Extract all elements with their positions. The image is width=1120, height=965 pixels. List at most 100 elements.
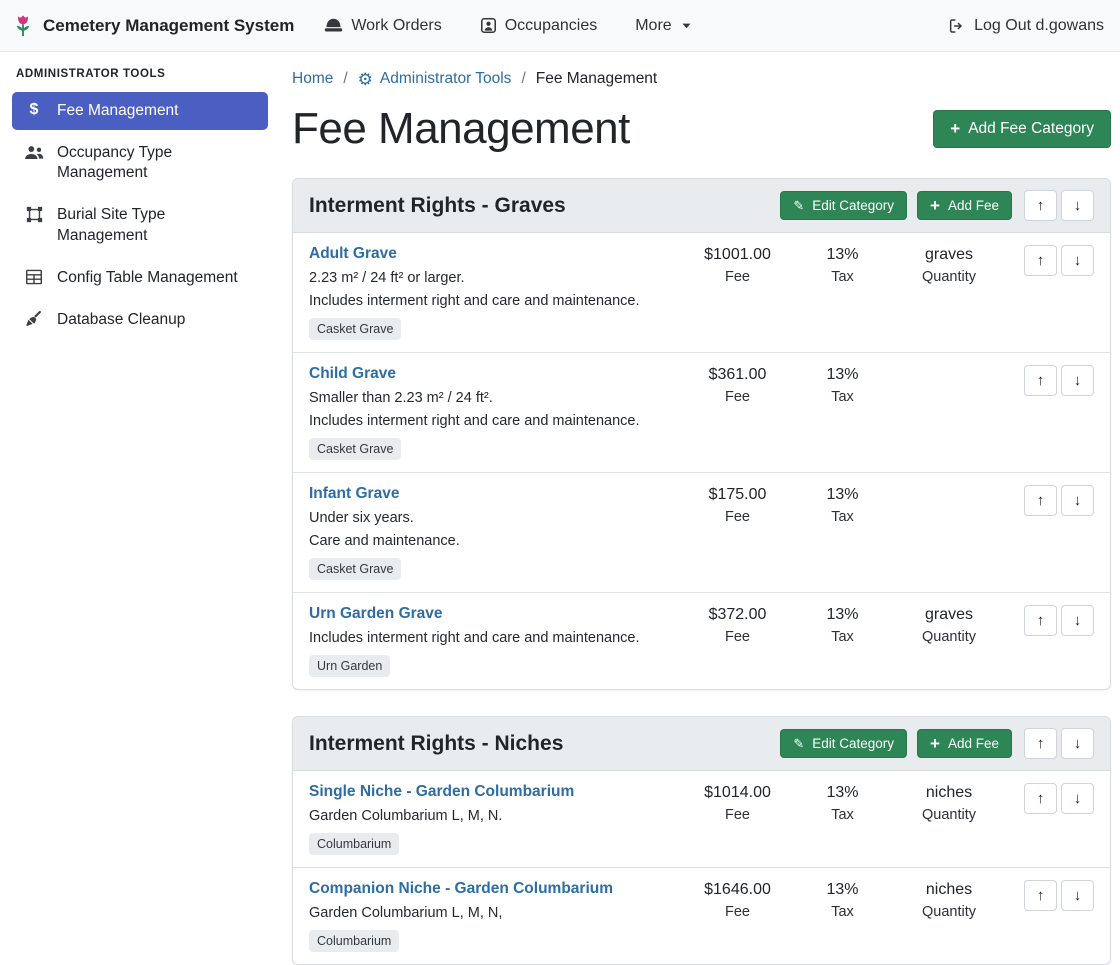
fee-reorder-controls: ↑ ↓ [1008, 245, 1094, 340]
nav-work-orders[interactable]: Work Orders [324, 17, 441, 35]
fee-name-link[interactable]: Adult Grave [309, 245, 397, 263]
fee-info: Adult Grave 2.23 m² / 24 ft² or larger.I… [309, 245, 680, 340]
category-reorder-controls: ↑ ↓ [1024, 190, 1094, 221]
fee-name-link[interactable]: Urn Garden Grave [309, 605, 443, 623]
quantity-value: graves [890, 606, 1008, 624]
quantity-label: Quantity [890, 269, 1008, 285]
move-fee-down-button[interactable]: ↓ [1061, 783, 1094, 814]
category-body: Adult Grave 2.23 m² / 24 ft² or larger.I… [293, 233, 1110, 689]
quantity-value: graves [890, 246, 1008, 264]
fee-amount-label: Fee [680, 629, 795, 645]
sidebar-item-database-cleanup[interactable]: Database Cleanup [12, 301, 268, 339]
breadcrumb-home-link[interactable]: Home [292, 70, 333, 88]
fee-amount-label: Fee [680, 509, 795, 525]
tax-value: 13% [795, 486, 890, 504]
fee-type-badge: Columbarium [309, 833, 399, 855]
fee-info: Single Niche - Garden Columbarium Garden… [309, 783, 680, 855]
fee-type-badge: Casket Grave [309, 438, 401, 460]
nav-occupancies-label: Occupancies [505, 17, 598, 35]
edit-category-label: Edit Category [812, 736, 894, 751]
fee-amount-value: $1646.00 [680, 881, 795, 899]
nav-more[interactable]: More [635, 17, 692, 35]
move-fee-up-button[interactable]: ↑ [1024, 365, 1057, 396]
chevron-down-icon [680, 19, 693, 32]
sidebar-item-fee-management[interactable]: $ Fee Management [12, 92, 268, 130]
move-fee-up-button[interactable]: ↑ [1024, 245, 1057, 276]
fee-name-link[interactable]: Single Niche - Garden Columbarium [309, 783, 574, 801]
move-fee-down-button[interactable]: ↓ [1061, 365, 1094, 396]
quantity-label: Quantity [890, 629, 1008, 645]
dollar-icon: $ [24, 102, 44, 118]
move-fee-down-button[interactable]: ↓ [1061, 245, 1094, 276]
tax-label: Tax [795, 807, 890, 823]
logout-label: Log Out d.gowans [974, 17, 1104, 35]
fee-descriptions: Garden Columbarium L, M, N. [309, 808, 680, 824]
move-fee-up-button[interactable]: ↑ [1024, 783, 1057, 814]
logout-link[interactable]: Log Out d.gowans [947, 17, 1104, 35]
breadcrumb-admin-tools-link[interactable]: ⚙ Administrator Tools [358, 70, 512, 88]
sidebar-item-burial-site-type-management[interactable]: Burial Site Type Management [12, 196, 268, 254]
move-fee-up-button[interactable]: ↑ [1024, 485, 1057, 516]
tax-value: 13% [795, 784, 890, 802]
sidebar-item-label: Burial Site Type Management [57, 205, 256, 245]
tax-label: Tax [795, 269, 890, 285]
quantity-cell [890, 365, 1008, 460]
pencil-icon: ✎ [793, 737, 804, 750]
primary-nav: Work Orders Occupancies More [324, 17, 692, 35]
sidebar-header: ADMINISTRATOR TOOLS [16, 68, 264, 80]
fee-type-badge: Columbarium [309, 930, 399, 952]
fee-reorder-controls: ↑ ↓ [1008, 485, 1094, 580]
move-category-up-button[interactable]: ↑ [1024, 728, 1057, 759]
breadcrumb-separator: / [343, 70, 347, 88]
vector-square-icon [24, 206, 44, 223]
fee-description: Under six years. [309, 510, 680, 526]
category-title: Interment Rights - Graves [309, 194, 770, 218]
sidebar-item-label: Database Cleanup [57, 310, 185, 330]
add-fee-button[interactable]: + Add Fee [917, 729, 1012, 758]
pencil-icon: ✎ [793, 199, 804, 212]
fee-amount-label: Fee [680, 389, 795, 405]
move-fee-down-button[interactable]: ↓ [1061, 485, 1094, 516]
plus-icon: + [950, 122, 960, 136]
brand-link[interactable]: Cemetery Management System [12, 14, 294, 38]
sidebar-item-label: Config Table Management [57, 268, 238, 288]
sidebar-item-config-table-management[interactable]: Config Table Management [12, 259, 268, 297]
fee-description: 2.23 m² / 24 ft² or larger. [309, 270, 680, 286]
fee-type-badge: Urn Garden [309, 655, 390, 677]
occupant-portrait-icon [480, 17, 497, 34]
edit-category-button[interactable]: ✎ Edit Category [780, 191, 907, 220]
tax-cell: 13% Tax [795, 605, 890, 677]
tax-label: Tax [795, 904, 890, 920]
move-fee-down-button[interactable]: ↓ [1061, 880, 1094, 911]
fee-amount-label: Fee [680, 269, 795, 285]
fee-reorder-controls: ↑ ↓ [1008, 880, 1094, 952]
move-fee-down-button[interactable]: ↓ [1061, 605, 1094, 636]
nav-more-label: More [635, 17, 671, 35]
add-fee-category-button[interactable]: + Add Fee Category [933, 110, 1111, 148]
tax-value: 13% [795, 366, 890, 384]
tax-cell: 13% Tax [795, 245, 890, 340]
fee-amount-value: $1001.00 [680, 246, 795, 264]
add-fee-button[interactable]: + Add Fee [917, 191, 1012, 220]
quantity-label: Quantity [890, 904, 1008, 920]
fee-name-link[interactable]: Child Grave [309, 365, 396, 383]
tulip-logo-icon [12, 14, 34, 38]
fee-category-card: Interment Rights - Graves ✎ Edit Categor… [292, 178, 1111, 690]
tax-cell: 13% Tax [795, 783, 890, 855]
move-fee-up-button[interactable]: ↑ [1024, 880, 1057, 911]
sidebar-item-occupancy-type-management[interactable]: Occupancy Type Management [12, 134, 268, 192]
move-category-down-button[interactable]: ↓ [1061, 190, 1094, 221]
edit-category-button[interactable]: ✎ Edit Category [780, 729, 907, 758]
quantity-cell: niches Quantity [890, 880, 1008, 952]
fee-description: Care and maintenance. [309, 533, 680, 549]
move-category-up-button[interactable]: ↑ [1024, 190, 1057, 221]
nav-occupancies[interactable]: Occupancies [480, 17, 598, 35]
fee-row: Companion Niche - Garden Columbarium Gar… [293, 868, 1110, 964]
fee-description: Includes interment right and care and ma… [309, 630, 680, 646]
move-fee-up-button[interactable]: ↑ [1024, 605, 1057, 636]
fee-name-link[interactable]: Infant Grave [309, 485, 399, 503]
move-category-down-button[interactable]: ↓ [1061, 728, 1094, 759]
fee-descriptions: 2.23 m² / 24 ft² or larger.Includes inte… [309, 270, 680, 309]
tax-cell: 13% Tax [795, 365, 890, 460]
fee-name-link[interactable]: Companion Niche - Garden Columbarium [309, 880, 613, 898]
